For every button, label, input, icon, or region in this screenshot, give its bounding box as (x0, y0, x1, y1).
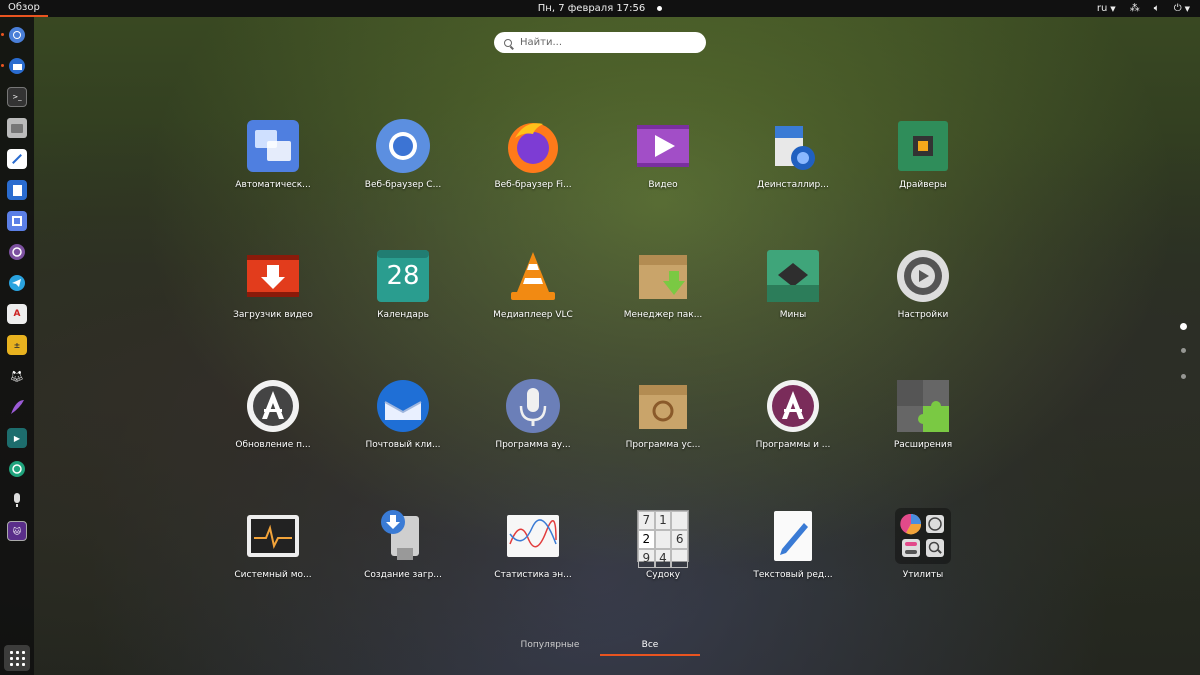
text-editor-icon (765, 508, 821, 564)
app-package-installer[interactable]: Программа ус... (608, 378, 718, 478)
dock-viber-icon[interactable] (7, 242, 27, 262)
firefox-icon (505, 118, 561, 174)
tab-frequent[interactable]: Популярные (500, 636, 600, 656)
app-automatic[interactable]: Автоматическ... (218, 118, 328, 218)
dock-microphone-icon[interactable] (7, 490, 27, 510)
app-utilities-folder[interactable]: Утилиты (868, 508, 978, 608)
app-chromium[interactable]: Веб-браузер C... (348, 118, 458, 218)
page-indicator-1[interactable] (1180, 323, 1187, 330)
dock: >_ A ± 🦊︎ ▶ 🐱︎ (0, 17, 34, 675)
app-video[interactable]: Видео (608, 118, 718, 218)
dock-thunderbird-icon[interactable] (1, 56, 27, 76)
clock-label: Пн, 7 февраля 17:56 (537, 3, 646, 14)
dock-files-icon[interactable] (7, 118, 27, 138)
app-audio-recorder[interactable]: Программа ау... (478, 378, 588, 478)
chromium-icon (375, 118, 431, 174)
dock-screenshot-icon[interactable] (7, 211, 27, 231)
system-monitor-icon (245, 508, 301, 564)
page-indicator-2[interactable] (1181, 348, 1186, 353)
calendar-day: 28 (386, 261, 420, 291)
search-icon (504, 38, 512, 47)
notification-dot-icon (657, 6, 663, 11)
dock-inkscape-feather-icon[interactable] (7, 397, 27, 417)
dock-kitty-icon[interactable]: 🐱︎ (7, 521, 27, 541)
network-icon[interactable]: ⁂ (1130, 3, 1140, 14)
chevron-down-icon: ▼ (1110, 5, 1116, 13)
search-placeholder: Найти... (520, 37, 563, 48)
app-vlc[interactable]: Медиаплеер VLC (478, 248, 588, 348)
usb-creator-icon (375, 508, 431, 564)
activities-button[interactable]: Обзор (0, 0, 48, 17)
app-uninstaller[interactable]: Деинсталлир... (738, 118, 848, 218)
calendar-icon: 28 (375, 248, 431, 304)
search-input[interactable]: Найти... (494, 32, 706, 53)
app-power-statistics[interactable]: Статистика эн... (478, 508, 588, 608)
page-indicator-3[interactable] (1181, 374, 1186, 379)
app-usb-creator[interactable]: Создание загр... (348, 508, 458, 608)
tab-all[interactable]: Все (600, 636, 700, 656)
dock-chromium-icon[interactable] (1, 25, 27, 45)
software-updater-icon (245, 378, 301, 434)
dock-text-editor-icon[interactable] (7, 149, 27, 169)
app-thunderbird[interactable]: Почтовый кли... (348, 378, 458, 478)
volume-icon[interactable]: 🔈︎ (1154, 3, 1160, 14)
app-settings[interactable]: Настройки (868, 248, 978, 348)
power-stats-icon (505, 508, 561, 564)
clock[interactable]: Пн, 7 февраля 17:56 (0, 0, 1200, 17)
dock-terminal-icon[interactable]: >_ (7, 87, 27, 107)
top-bar: Обзор Пн, 7 февраля 17:56 ru ▼ ⁂ 🔈︎ ⏻ ▼ (0, 0, 1200, 17)
dock-pdf-reader-icon[interactable]: A (7, 304, 27, 324)
settings-gear-icon (895, 248, 951, 304)
dock-sync-icon[interactable] (7, 459, 27, 479)
app-video-downloader[interactable]: Загрузчик видео (218, 248, 328, 348)
app-calendar[interactable]: 28 Календарь (348, 248, 458, 348)
dock-document-icon[interactable] (7, 180, 27, 200)
sudoku-icon: 7 1 2 6 9 4 (635, 508, 691, 568)
chevron-down-icon: ▼ (1184, 5, 1190, 13)
mines-icon (765, 248, 821, 304)
app-extensions[interactable]: Расширения (868, 378, 978, 478)
software-center-icon (765, 378, 821, 434)
app-sudoku[interactable]: 7 1 2 6 9 4 Судоку (608, 508, 718, 608)
app-text-editor[interactable]: Текстовый ред... (738, 508, 848, 608)
package-box-icon (635, 248, 691, 304)
vlc-cone-icon (505, 248, 561, 304)
thunderbird-icon (375, 378, 431, 434)
system-tray: ru ▼ ⁂ 🔈︎ ⏻ ▼ (1097, 0, 1190, 17)
puzzle-icon (895, 378, 951, 434)
chip-icon (895, 118, 951, 174)
app-mines[interactable]: Мины (738, 248, 848, 348)
language-indicator[interactable]: ru ▼ (1097, 3, 1116, 14)
dock-gimp-icon[interactable]: 🦊︎ (7, 366, 27, 386)
video-player-icon (635, 118, 691, 174)
overlapping-squares-icon (245, 118, 301, 174)
power-icon[interactable]: ⏻ ▼ (1174, 3, 1190, 14)
debian-package-icon (635, 378, 691, 434)
app-software-updater[interactable]: Обновление п... (218, 378, 328, 478)
uninstaller-icon (765, 118, 821, 174)
dock-telegram-icon[interactable] (7, 273, 27, 293)
utilities-folder-icon (895, 508, 951, 564)
dock-calculator-icon[interactable]: ± (7, 335, 27, 355)
dock-remote-desktop-icon[interactable]: ▶ (7, 428, 27, 448)
app-system-monitor[interactable]: Системный мо... (218, 508, 328, 608)
app-software-center[interactable]: Программы и ... (738, 378, 848, 478)
app-package-manager[interactable]: Менеджер пак... (608, 248, 718, 348)
show-applications-icon[interactable] (4, 645, 30, 671)
video-download-icon (245, 248, 301, 304)
microphone-icon (505, 378, 561, 434)
app-grid-tabs: Популярные Все (500, 636, 700, 656)
app-drivers[interactable]: Драйверы (868, 118, 978, 218)
app-firefox[interactable]: Веб-браузер Fi... (478, 118, 588, 218)
